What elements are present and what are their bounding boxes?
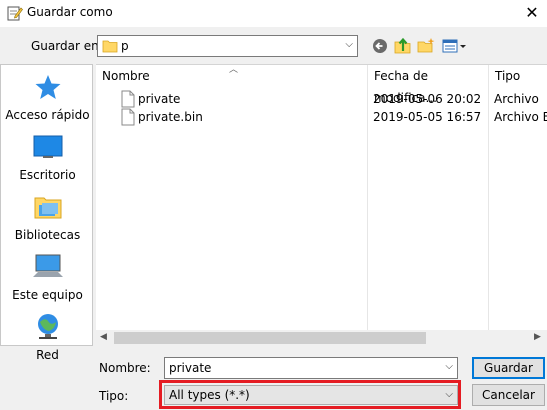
file-name: private.bin xyxy=(138,110,203,124)
scroll-right-icon[interactable]: ▶ xyxy=(534,332,541,342)
place-network[interactable]: Red xyxy=(1,313,94,362)
file-type-label: Tipo: xyxy=(99,389,129,403)
back-icon[interactable] xyxy=(370,36,390,56)
folder-icon xyxy=(102,40,118,53)
file-name: private xyxy=(138,92,181,106)
file-icon xyxy=(121,108,135,126)
place-label: Red xyxy=(36,348,59,362)
file-date: 2019-05-06 20:02 xyxy=(373,92,482,106)
view-menu-icon[interactable] xyxy=(441,36,467,56)
place-label: Acceso rápido xyxy=(5,108,90,122)
highlight-box xyxy=(159,380,461,409)
cancel-button[interactable]: Cancelar xyxy=(472,384,545,406)
title-bar: Guardar como ✕ xyxy=(0,0,547,27)
current-folder: p xyxy=(121,39,129,53)
save-in-label: Guardar en: xyxy=(31,39,103,53)
column-header-type[interactable]: Tipo xyxy=(489,65,547,89)
new-folder-icon[interactable] xyxy=(416,36,436,56)
scroll-left-icon[interactable]: ◀ xyxy=(100,332,107,342)
window-title: Guardar como xyxy=(27,5,113,19)
up-folder-icon[interactable] xyxy=(393,36,413,56)
desktop-icon xyxy=(33,135,62,158)
chevron-down-icon[interactable]: ⌵ xyxy=(445,361,453,372)
place-label: Escritorio xyxy=(19,168,76,182)
place-this-pc[interactable]: Este equipo xyxy=(1,253,94,302)
place-desktop[interactable]: Escritorio xyxy=(1,133,94,182)
save-in-combo[interactable]: p ⌵ xyxy=(97,35,358,57)
file-row[interactable]: private 2019-05-06 20:02 Archivo xyxy=(96,90,547,108)
file-name-label: Nombre: xyxy=(99,361,151,375)
places-bar: Acceso rápido Escritorio Bibliotecas Est… xyxy=(0,64,94,362)
close-button[interactable]: ✕ xyxy=(520,2,544,24)
file-date: 2019-05-05 16:57 xyxy=(373,110,482,124)
place-label: Bibliotecas xyxy=(14,228,81,242)
file-name-value: private xyxy=(169,361,212,375)
file-type: Archivo xyxy=(494,92,539,106)
place-libraries[interactable]: Bibliotecas xyxy=(1,193,94,242)
save-as-icon xyxy=(7,6,23,21)
network-icon xyxy=(37,314,58,339)
place-label: Este equipo xyxy=(12,288,83,302)
file-row[interactable]: private.bin 2019-05-05 16:57 Archivo B xyxy=(96,108,547,126)
column-header-name[interactable]: Nombre xyxy=(96,65,367,89)
file-list[interactable]: ︿ Nombre Fecha de modifica... Tipo priva… xyxy=(96,64,547,346)
star-icon xyxy=(35,75,60,99)
computer-icon xyxy=(32,254,63,277)
scrollbar-thumb[interactable] xyxy=(114,332,426,344)
horizontal-scrollbar[interactable]: ◀ ▶ xyxy=(96,330,547,346)
file-type: Archivo B xyxy=(494,110,547,124)
column-header-date[interactable]: Fecha de modifica... xyxy=(368,65,488,105)
file-icon xyxy=(121,90,135,108)
chevron-down-icon: ⌵ xyxy=(345,39,353,50)
save-button[interactable]: Guardar xyxy=(472,357,545,379)
file-name-input[interactable]: private ⌵ xyxy=(164,357,458,379)
place-quick-access[interactable]: Acceso rápido xyxy=(1,73,94,122)
libraries-icon xyxy=(34,197,61,219)
